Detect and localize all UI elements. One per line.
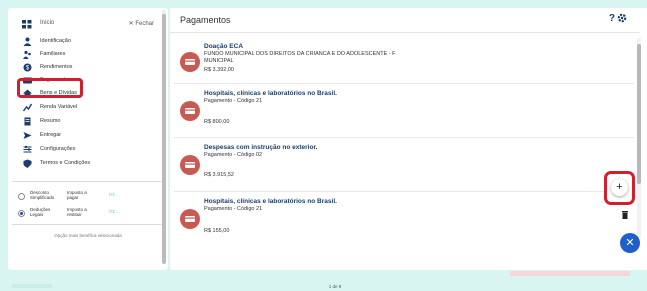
option-value: R$ ... [109,209,120,214]
main-panel: Pagamentos ? Doação ECA FUNDO MUNICIPAL … [170,8,647,270]
money-icon: $ [23,63,32,72]
payment-card[interactable]: Doação ECA FUNDO MUNICIPAL DOS DIREITOS … [174,38,634,84]
card-value: R$ 800,00 [204,119,230,125]
footer-decoration [12,284,52,288]
chart-icon [23,103,32,112]
shield-icon [23,159,32,168]
sidebar-scrollbar[interactable] [162,10,166,264]
payment-card[interactable]: Despesas com instrução no exterior. Paga… [174,139,634,192]
card-detail: MUNICIPAL [204,58,234,64]
trash-icon[interactable] [620,210,630,220]
card-title: Despesas com instrução no exterior. [204,144,318,151]
person-icon [23,37,32,46]
card-detail: Pagamento - Código 02 [204,152,263,158]
scroll-thumb[interactable] [162,14,166,264]
scroll-thumb[interactable] [637,44,641,184]
sidebar-item-label: Entregar [40,132,62,138]
sidebar-item-entregar[interactable]: Entregar [8,129,158,142]
gear-icon[interactable] [617,13,627,23]
option-name: Deduções Legais [30,207,51,217]
sidebar-item-label: Identificação [40,38,71,44]
option-value: R$ ... [109,192,120,197]
best-option-note: Opção mais benéfica selecionada [54,233,122,238]
payment-icon [180,209,200,229]
highlight-marker [17,78,83,98]
sidebar-item-label: Termos e Condições [40,160,91,166]
card-value: R$ 155,00 [204,228,230,234]
radio-legal-deductions[interactable] [18,210,25,217]
option-simplified[interactable]: Desconto Simplificado Imposto a pagar R$… [16,190,166,204]
option-name: Desconto Simplificado [30,190,55,200]
close-sidebar-button[interactable]: ✕ Fechar [129,20,154,27]
sidebar-item-identificacao[interactable]: Identificação [8,35,158,48]
close-button[interactable]: ✕ [620,233,640,253]
option-tax-label: Imposto a restituir [67,207,87,217]
radio-simplified[interactable] [18,193,25,200]
settings-icon [23,145,32,153]
sidebar-item-label: Resumo [40,118,61,124]
payment-icon [180,52,200,72]
sidebar-item-termos[interactable]: Termos e Condições [8,157,158,170]
payment-icon [180,101,200,121]
home-link[interactable]: Início [40,20,54,26]
sidebar: Início ✕ Fechar Identificação Familiares… [8,8,168,270]
sidebar-item-label: Configurações [40,146,76,152]
document-icon [24,117,31,126]
card-title: Hospitais, clínicas e laboratórios no Br… [204,90,337,97]
divider [170,32,640,33]
sidebar-item-resumo[interactable]: Resumo [8,115,158,128]
family-icon [23,50,31,59]
sidebar-item-label: Rendimentos [40,64,73,70]
footer-decoration [510,271,630,276]
card-title: Doação ECA [204,43,244,50]
sidebar-item-familiares[interactable]: Familiares [8,48,158,61]
card-title: Hospitais, clínicas e laboratórios no Br… [204,198,337,205]
card-detail: Pagamento - Código 21 [204,98,263,104]
grid-icon[interactable] [22,20,32,29]
card-value: R$ 3.915,52 [204,172,234,178]
sidebar-header: Início ✕ Fechar [8,18,168,32]
sidebar-item-configuracoes[interactable]: Configurações [8,143,158,156]
sidebar-item-label: Renda Variável [40,104,78,110]
help-icon[interactable]: ? [609,13,615,24]
sidebar-item-rendimentos[interactable]: $ Rendimentos [8,61,158,74]
card-detail: FUNDO MUNICIPAL DOS DIREITOS DA CRIANCA … [204,51,396,57]
payment-icon [180,155,200,175]
option-legal-deductions[interactable]: Deduções Legais Imposto a restituir R$ .… [16,207,166,221]
add-button[interactable]: + [611,179,628,196]
sidebar-item-label: Familiares [40,51,66,57]
option-tax-label: Imposto a pagar [67,190,87,200]
highlight-marker: + [604,171,635,205]
page-title: Pagamentos [180,15,231,25]
card-value: R$ 3.392,00 [204,67,234,73]
payment-card[interactable]: Hospitais, clínicas e laboratórios no Br… [174,85,634,138]
send-icon [23,132,32,139]
card-detail: Pagamento - Código 21 [204,206,263,212]
divider [12,181,162,182]
payment-card[interactable]: Hospitais, clínicas e laboratórios no Br… [174,193,634,245]
pager: 1 de 8 [328,284,342,289]
sidebar-item-renda-variavel[interactable]: Renda Variável [8,101,158,114]
divider [12,224,162,225]
main-scrollbar[interactable] [637,38,641,238]
